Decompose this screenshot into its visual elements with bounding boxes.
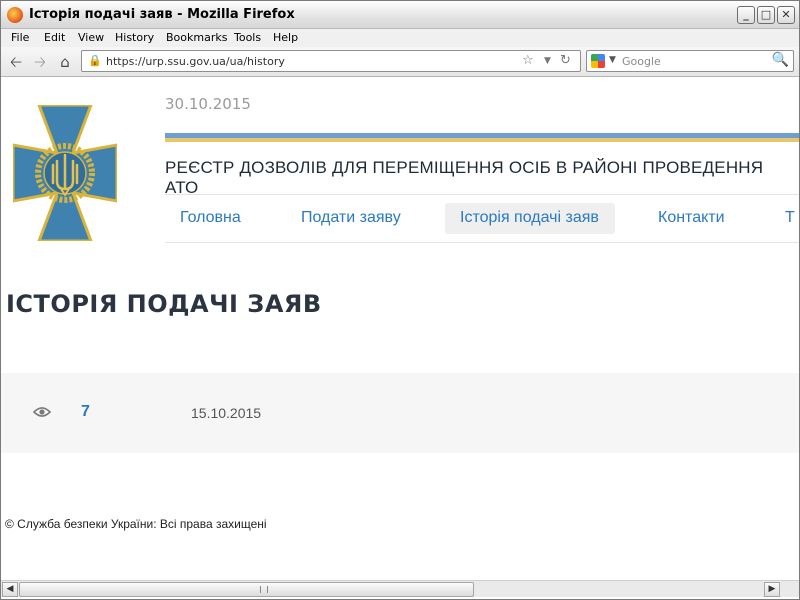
scrollbar-thumb[interactable] xyxy=(19,582,474,597)
url-bar[interactable]: 🔒 https://urp.ssu.gov.ua/ua/history ☆ ▼ … xyxy=(81,50,581,72)
nav-home[interactable]: Головна xyxy=(180,209,241,227)
menu-bar: File Edit View History Bookmarks Tools H… xyxy=(1,29,799,47)
home-icon[interactable]: ⌂ xyxy=(56,53,74,71)
menu-view[interactable]: View xyxy=(78,31,104,44)
nav-application-history[interactable]: Історія подачі заяв xyxy=(460,209,599,227)
nav-contacts[interactable]: Контакти xyxy=(658,209,725,227)
scrollbar-grip xyxy=(260,586,268,593)
horizontal-scrollbar[interactable]: ◀ ▶ xyxy=(1,580,799,597)
history-row: 7 15.10.2015 xyxy=(1,373,799,453)
page-content: 30.10.2015 РЕЄСТР ДОЗВОЛІВ ДЛЯ ПЕРЕМІЩЕН… xyxy=(1,78,799,580)
footer-copyright: © Служба безпеки України: Всі права захи… xyxy=(5,517,267,531)
title-bar: Історія подачі заяв - Mozilla Firefox _ … xyxy=(1,1,799,29)
registry-title: РЕЄСТР ДОЗВОЛІВ ДЛЯ ПЕРЕМІЩЕННЯ ОСІБ В Р… xyxy=(165,158,764,197)
nav-submit-application[interactable]: Подати заяву xyxy=(301,209,401,227)
divider xyxy=(165,242,799,243)
search-icon[interactable]: 🔍 xyxy=(772,52,789,68)
header-stripe-yellow xyxy=(165,138,799,142)
page-title: ІСТОРІЯ ПОДАЧІ ЗАЯВ xyxy=(6,290,322,318)
maximize-button[interactable]: □ xyxy=(757,6,775,24)
minimize-button[interactable]: _ xyxy=(737,6,755,24)
menu-bookmarks[interactable]: Bookmarks xyxy=(166,31,227,44)
divider xyxy=(165,194,799,195)
history-application-number[interactable]: 7 xyxy=(81,403,90,421)
window-title: Історія подачі заяв - Mozilla Firefox xyxy=(29,7,295,22)
firefox-icon xyxy=(7,7,23,23)
menu-file[interactable]: File xyxy=(11,31,29,44)
navigation-toolbar: 🡠 🡢 ⌂ 🔒 https://urp.ssu.gov.ua/ua/histor… xyxy=(1,47,799,77)
current-date: 30.10.2015 xyxy=(165,95,251,113)
menu-help[interactable]: Help xyxy=(273,31,298,44)
back-arrow-icon[interactable]: 🡠 xyxy=(7,53,25,71)
google-icon[interactable] xyxy=(591,54,605,68)
forward-arrow-icon[interactable]: 🡢 xyxy=(31,53,49,71)
search-bar[interactable]: ▼ Google 🔍 xyxy=(586,50,794,72)
browser-window: Історія подачі заяв - Mozilla Firefox _ … xyxy=(0,0,800,600)
eye-icon[interactable] xyxy=(33,406,51,418)
ssu-emblem-icon xyxy=(13,105,117,241)
search-input[interactable]: Google xyxy=(622,55,661,68)
close-button[interactable]: ✕ xyxy=(777,6,795,24)
scroll-right-button[interactable]: ▶ xyxy=(764,582,780,597)
menu-edit[interactable]: Edit xyxy=(44,31,65,44)
reload-icon[interactable]: ↻ xyxy=(560,53,571,68)
menu-tools[interactable]: Tools xyxy=(234,31,261,44)
bookmark-star-icon[interactable]: ☆ xyxy=(522,53,534,68)
nav-more[interactable]: Т xyxy=(785,209,795,227)
url-text[interactable]: https://urp.ssu.gov.ua/ua/history xyxy=(106,55,285,68)
lock-icon: 🔒 xyxy=(88,54,102,67)
search-engine-dropdown-icon[interactable]: ▼ xyxy=(609,55,616,65)
scroll-left-button[interactable]: ◀ xyxy=(2,582,18,597)
url-dropdown-icon[interactable]: ▼ xyxy=(544,56,551,66)
history-date: 15.10.2015 xyxy=(191,405,262,421)
menu-history[interactable]: History xyxy=(115,31,154,44)
